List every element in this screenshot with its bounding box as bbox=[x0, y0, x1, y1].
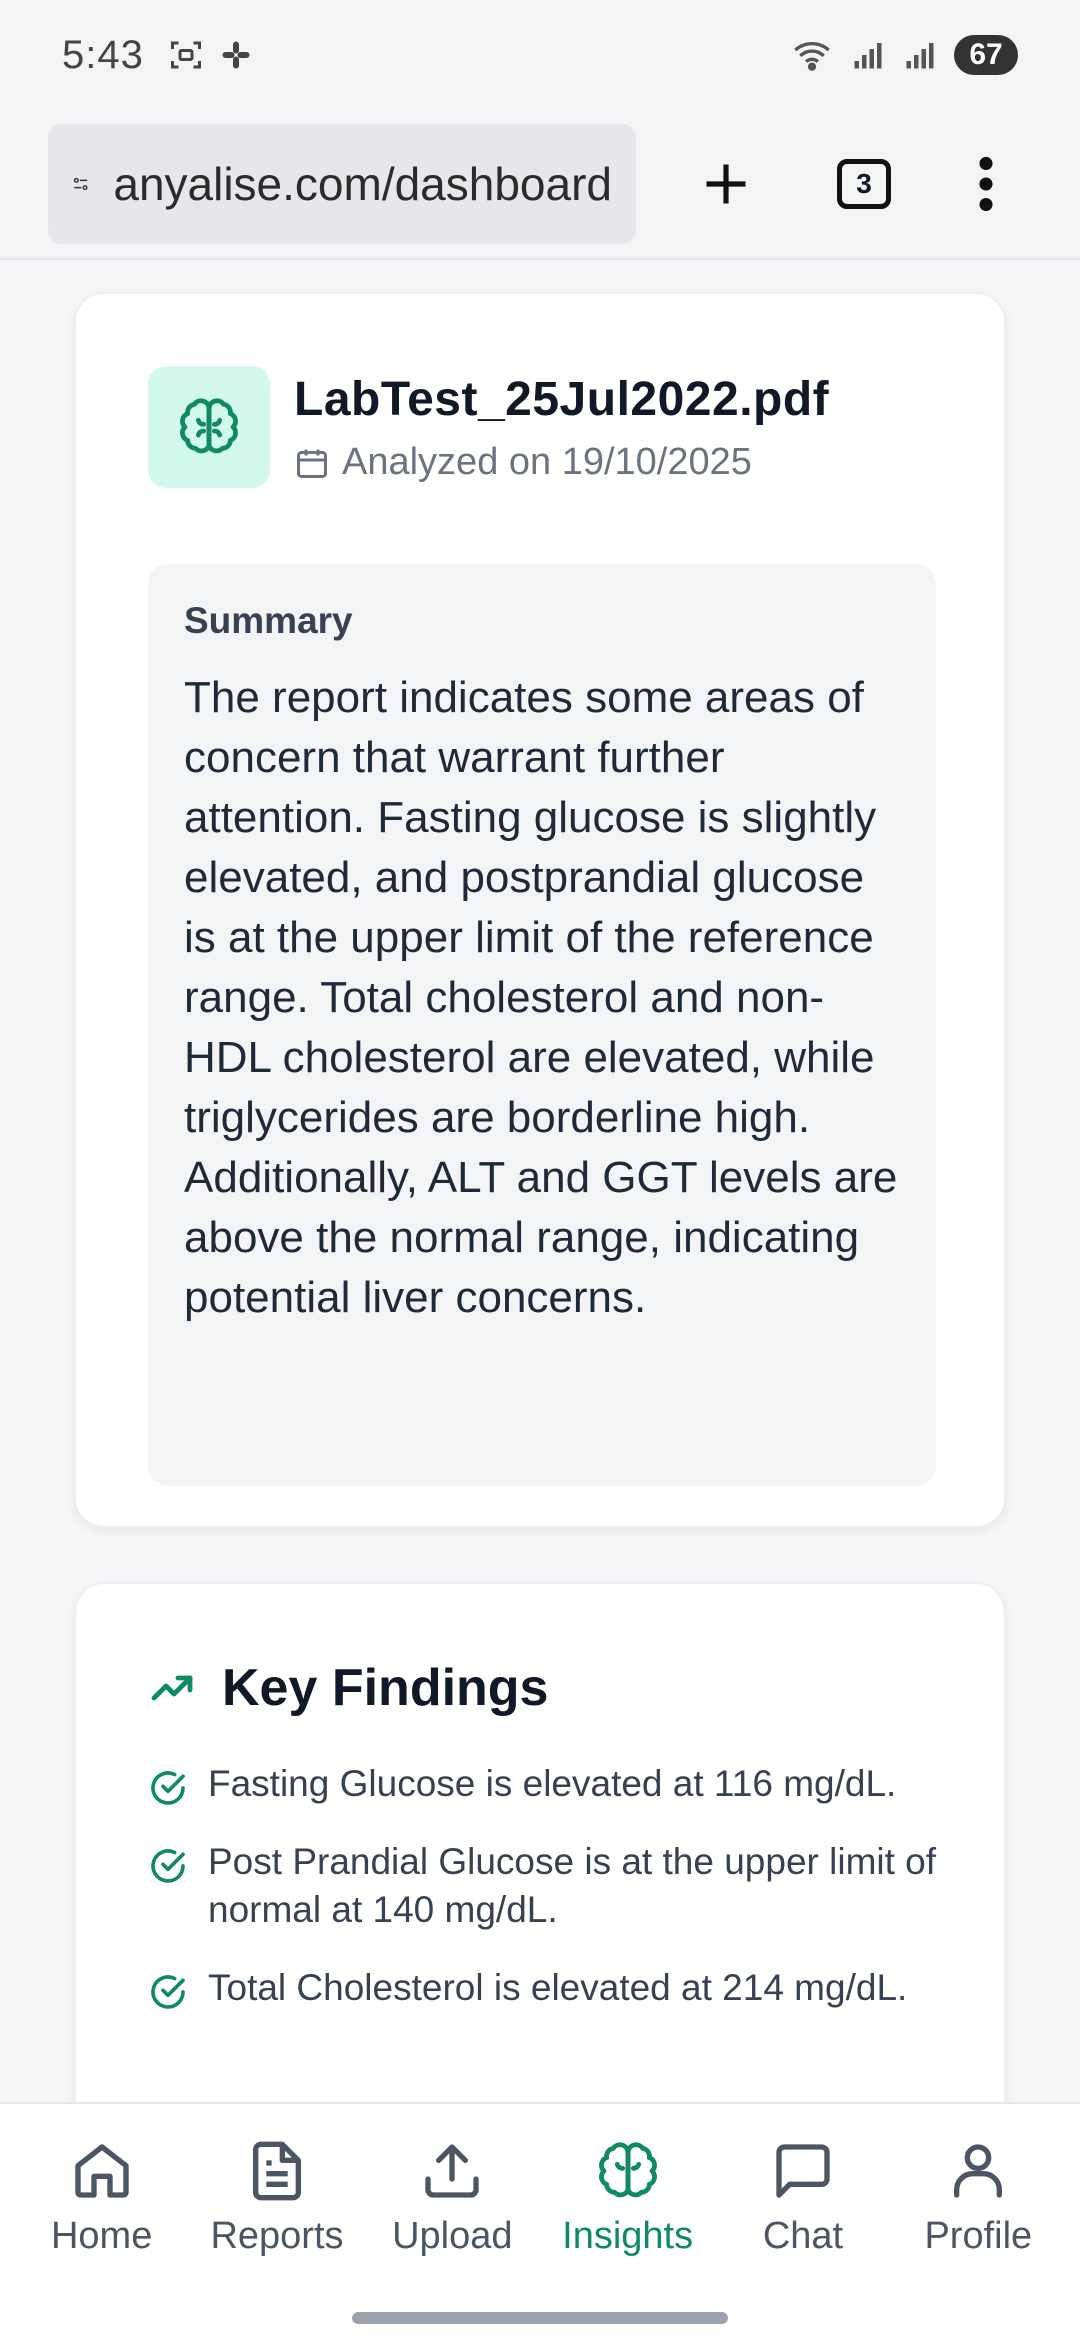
tab-count: 3 bbox=[837, 159, 891, 209]
browser-menu-button[interactable] bbox=[956, 142, 1016, 226]
key-findings-card: Key Findings Fasting Glucose is elevated… bbox=[74, 1582, 1006, 2102]
finding-text: Fasting Glucose is elevated at 116 mg/dL… bbox=[208, 1763, 897, 1804]
finding-text: Post Prandial Glucose is at the upper li… bbox=[208, 1841, 937, 1930]
finding-item: Total Cholesterol is elevated at 214 mg/… bbox=[148, 1964, 948, 2012]
report-card: LabTest_25Jul2022.pdf Analyzed on 19/10/… bbox=[74, 292, 1006, 1528]
upload-icon bbox=[425, 2143, 479, 2198]
brain-icon bbox=[598, 2141, 657, 2197]
message-square-icon bbox=[776, 2143, 830, 2198]
check-circle-icon bbox=[151, 1849, 185, 1883]
finding-text: Total Cholesterol is elevated at 214 mg/… bbox=[208, 1967, 908, 2008]
status-time: 5:43 bbox=[62, 32, 144, 77]
calendar-icon bbox=[297, 449, 327, 478]
finding-item: Fasting Glucose is elevated at 116 mg/dL… bbox=[148, 1760, 948, 1808]
summary-box: Summary The report indicates some areas … bbox=[148, 564, 936, 1486]
system-gesture-bar bbox=[0, 2292, 1080, 2340]
status-bar: 5:43 67 bbox=[0, 0, 1080, 110]
report-header: LabTest_25Jul2022.pdf Analyzed on 19/10/… bbox=[148, 366, 829, 488]
key-findings-title: Key Findings bbox=[222, 1659, 549, 1717]
signal-icon bbox=[854, 43, 882, 69]
nav-profile[interactable]: Profile bbox=[893, 2139, 1063, 2258]
brain-icon bbox=[180, 398, 238, 454]
report-filename: LabTest_25Jul2022.pdf bbox=[294, 373, 830, 426]
summary-text: The report indicates some areas of conce… bbox=[184, 673, 898, 1322]
bottom-navigation: Home Reports Upload Insights Chat Profil… bbox=[0, 2102, 1080, 2292]
finding-item: Post Prandial Glucose is at the upper li… bbox=[148, 1838, 948, 1934]
status-notification-icons bbox=[168, 37, 254, 73]
key-findings-header: Key Findings bbox=[148, 1658, 548, 1718]
key-findings-list: Fasting Glucose is elevated at 116 mg/dL… bbox=[148, 1760, 948, 2042]
url-text[interactable]: anyalise.com/dashboard bbox=[113, 157, 612, 211]
more-vertical-icon bbox=[979, 156, 993, 212]
tab-switcher-button[interactable]: 3 bbox=[822, 142, 906, 226]
main-content[interactable]: LabTest_25Jul2022.pdf Analyzed on 19/10/… bbox=[0, 262, 1080, 2102]
analyzed-text: Analyzed on 19/10/2025 bbox=[342, 441, 752, 483]
trending-up-icon bbox=[151, 1675, 193, 1701]
nav-reports-label: Reports bbox=[210, 2214, 344, 2257]
battery-level: 67 bbox=[954, 35, 1018, 75]
site-settings-icon[interactable] bbox=[72, 160, 89, 208]
nav-home[interactable]: Home bbox=[17, 2139, 187, 2258]
nav-chat-label: Chat bbox=[762, 2214, 844, 2257]
slack-icon bbox=[222, 41, 250, 69]
home-icon bbox=[74, 2143, 129, 2198]
nav-upload[interactable]: Upload bbox=[367, 2139, 537, 2258]
home-gesture-handle[interactable] bbox=[352, 2312, 728, 2324]
summary-label: Summary bbox=[184, 600, 353, 641]
report-meta: LabTest_25Jul2022.pdf Analyzed on 19/10/… bbox=[294, 366, 829, 488]
report-analyzed-date: Analyzed on 19/10/2025 bbox=[294, 441, 829, 484]
nav-chat[interactable]: Chat bbox=[718, 2139, 888, 2258]
browser-toolbar: anyalise.com/dashboard 3 bbox=[0, 110, 1080, 260]
check-circle-icon bbox=[151, 1975, 185, 2009]
report-icon-badge bbox=[148, 366, 270, 488]
nav-insights-label: Insights bbox=[562, 2214, 694, 2257]
nav-insights[interactable]: Insights bbox=[543, 2139, 713, 2258]
wifi-icon bbox=[794, 42, 830, 71]
file-text-icon bbox=[252, 2141, 301, 2200]
nav-profile-label: Profile bbox=[924, 2214, 1033, 2257]
user-icon bbox=[954, 2143, 1003, 2198]
nav-reports[interactable]: Reports bbox=[192, 2139, 362, 2258]
check-circle-icon bbox=[151, 1771, 185, 1805]
address-bar[interactable]: anyalise.com/dashboard bbox=[48, 124, 636, 244]
plus-icon bbox=[706, 164, 746, 204]
signal-icon-2 bbox=[906, 43, 934, 69]
nav-upload-label: Upload bbox=[392, 2214, 513, 2257]
nav-home-label: Home bbox=[50, 2214, 153, 2257]
new-tab-button[interactable] bbox=[684, 142, 768, 226]
screenshot-icon bbox=[170, 41, 201, 69]
